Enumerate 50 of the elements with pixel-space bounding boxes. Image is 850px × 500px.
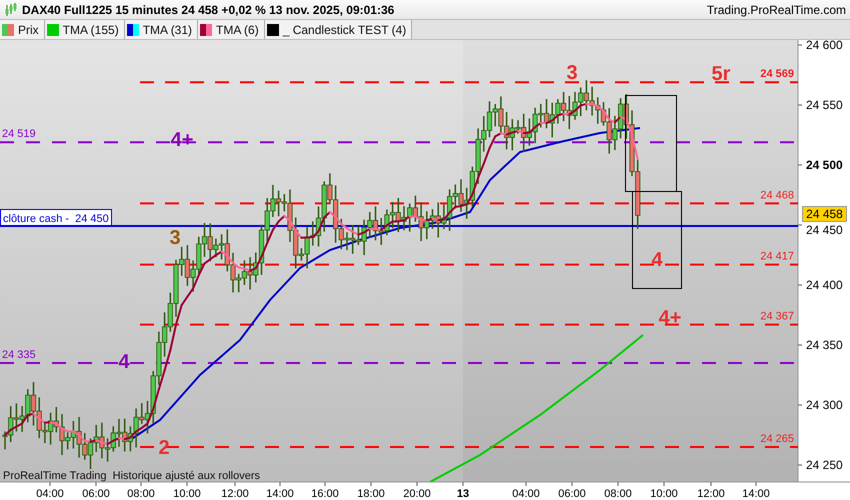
x-axis-tick-label: 18:00 <box>357 488 385 500</box>
y-axis-tick-label: 24 600 <box>806 40 843 52</box>
x-axis-tick-label: 16:00 <box>311 488 339 500</box>
legend-item[interactable]: TMA (6) <box>198 20 265 39</box>
chart-annotation: 4 <box>651 249 663 271</box>
x-axis-tick-label: 04:00 <box>36 488 64 500</box>
y-axis-tick-label: 24 550 <box>806 98 843 112</box>
x-axis-tick-label: 20:00 <box>403 488 431 500</box>
x-axis-tick-label: 08:00 <box>604 488 632 500</box>
x-axis-tick-label: 10:00 <box>650 488 678 500</box>
chart-annotation: 3 <box>566 62 578 84</box>
level-price-label: 24 335 <box>2 349 36 361</box>
x-axis-tick-label: 06:00 <box>558 488 586 500</box>
y-axis-tick-label: 24 250 <box>806 458 843 472</box>
chart-annotation: 2 <box>158 437 170 459</box>
legend-item[interactable]: Prix <box>0 20 45 39</box>
level-price-label: 24 265 <box>760 433 794 445</box>
close-price-label: clôture cash - 24 450 <box>0 209 112 226</box>
legend-item[interactable]: TMA (155) <box>44 20 125 39</box>
level-price-label: 24 417 <box>760 250 794 263</box>
chart-title: DAX40 Full1225 15 minutes 24 458 +0,02 % 13 nov. 2025, 09:01:36 <box>22 2 394 16</box>
level-price-label: 24 468 <box>760 189 794 202</box>
level-price-label: 24 367 <box>760 310 794 323</box>
chart-footer-note: ProRealTime Trading Historique ajusté aux rollovers <box>3 470 260 482</box>
x-axis-tick-label: 12:00 <box>221 488 249 500</box>
chart-annotation: 3 <box>169 227 181 249</box>
x-axis-tick-label: 14:00 <box>742 488 770 500</box>
y-axis-tick-label: 24 450 <box>806 223 843 237</box>
y-axis-tick-label: 24 400 <box>806 278 843 292</box>
x-axis-tick-label: 06:00 <box>82 488 110 500</box>
chart-annotation: 5r <box>712 63 730 85</box>
y-axis-tick-label: 24 500 <box>806 158 843 172</box>
chart-annotation: 4+ <box>170 129 194 151</box>
x-axis-tick-label: 12:00 <box>697 488 725 500</box>
level-price-label: 24 569 <box>760 68 794 80</box>
x-axis-tick-label: 13 <box>456 488 470 500</box>
candlestick-icon <box>4 2 18 16</box>
site-name: Trading.ProRealTime.com <box>706 2 846 16</box>
y-axis-tick-label: 24 300 <box>806 398 843 412</box>
x-axis-tick-label: 14:00 <box>266 488 294 500</box>
chart-annotation: 4 <box>118 351 130 373</box>
x-axis-tick-label: 08:00 <box>127 488 155 500</box>
x-axis-tick-label: 04:00 <box>512 488 540 500</box>
legend-item[interactable]: _ Candlestick TEST (4) <box>264 20 412 39</box>
current-price-badge: 24 458 <box>802 206 847 222</box>
level-price-label: 24 519 <box>2 128 36 140</box>
y-axis-tick-label: 24 350 <box>806 338 843 352</box>
chart-annotation: 4+ <box>658 307 682 329</box>
legend-item[interactable]: TMA (31) <box>124 20 198 39</box>
x-axis-tick-label: 10:00 <box>173 488 201 500</box>
